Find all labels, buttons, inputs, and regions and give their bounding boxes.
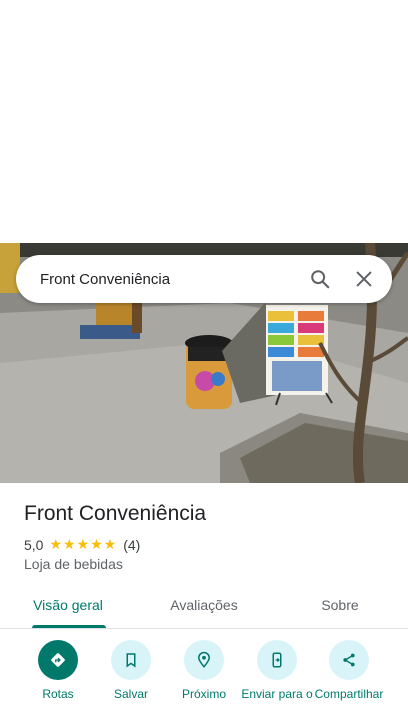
rating-row[interactable]: 5,0 ★★★★★ (4)	[24, 536, 140, 553]
close-icon[interactable]	[342, 257, 386, 301]
search-input[interactable]: Front Conveniência	[16, 271, 298, 288]
bookmark-icon	[111, 640, 151, 680]
nearby-button[interactable]: Próximo	[165, 640, 243, 701]
share-icon	[329, 640, 369, 680]
send-to-phone-button[interactable]: Enviar para o	[238, 640, 316, 701]
place-title: Front Conveniência	[24, 502, 207, 525]
place-category: Loja de bebidas	[24, 556, 123, 572]
save-label: Salvar	[113, 687, 148, 701]
share-label: Compartilhar	[314, 687, 384, 701]
place-tabs: Visão geral Avaliações Sobre	[0, 582, 408, 629]
directions-label: Rotas	[42, 687, 74, 701]
send-to-phone-label: Enviar para o	[241, 687, 313, 701]
review-count: (4)	[123, 536, 141, 553]
nearby-icon	[184, 640, 224, 680]
action-bar: Rotas Salvar Próximo Enviar para o Compa…	[0, 640, 408, 726]
rating-stars: ★★★★★	[49, 536, 118, 552]
map-blank-area	[0, 0, 408, 243]
search-bar[interactable]: Front Conveniência	[16, 255, 392, 303]
send-to-phone-icon	[257, 640, 297, 680]
rating-value: 5,0	[24, 536, 44, 553]
search-icon[interactable]	[298, 257, 342, 301]
tab-reviews[interactable]: Avaliações	[136, 582, 272, 628]
share-button[interactable]: Compartilhar	[310, 640, 388, 701]
tab-about[interactable]: Sobre	[272, 582, 408, 628]
save-button[interactable]: Salvar	[92, 640, 170, 701]
tab-label: Avaliações	[170, 597, 238, 613]
nearby-label: Próximo	[181, 687, 226, 701]
tab-overview[interactable]: Visão geral	[0, 582, 136, 628]
directions-button[interactable]: Rotas	[19, 640, 97, 701]
directions-icon	[38, 640, 78, 680]
tab-label: Sobre	[321, 597, 359, 613]
tab-label: Visão geral	[33, 597, 103, 613]
